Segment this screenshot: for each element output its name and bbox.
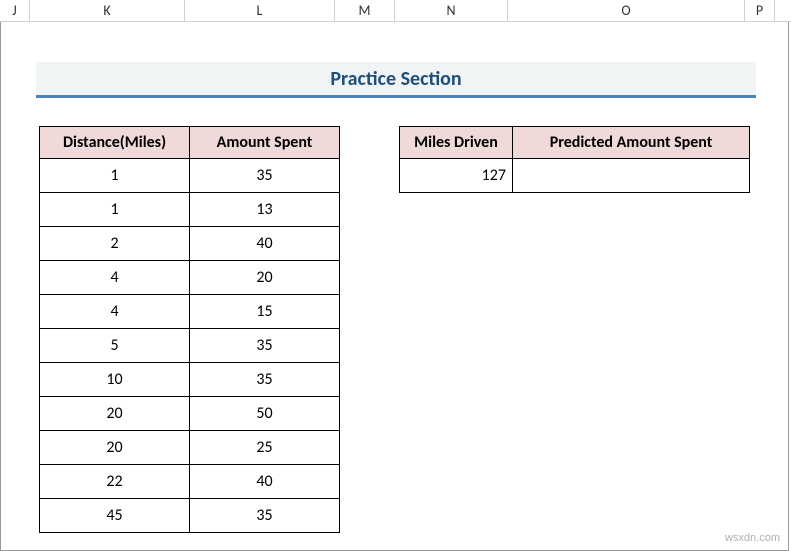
cell-amount[interactable]: 35 [190,329,340,363]
col-header-P[interactable]: P [745,0,775,21]
cell-distance[interactable]: 2 [40,227,190,261]
cell-distance[interactable]: 20 [40,397,190,431]
watermark: wsxdn.com [725,532,780,544]
table-row: 4 15 [40,295,340,329]
cell-amount[interactable]: 25 [190,431,340,465]
title-band: Practice Section [36,62,756,98]
cell-amount[interactable]: 20 [190,261,340,295]
data-table-distance: Distance(Miles) Amount Spent 1 35 1 13 2… [39,126,340,533]
table-row: 127 [400,159,750,193]
col-header-O[interactable]: O [508,0,745,21]
table-header-row: Distance(Miles) Amount Spent [40,127,340,159]
cell-distance[interactable]: 5 [40,329,190,363]
page-title: Practice Section [330,67,461,91]
cell-amount[interactable]: 35 [190,159,340,193]
table-row: 20 50 [40,397,340,431]
header-distance[interactable]: Distance(Miles) [40,127,190,159]
cell-distance[interactable]: 1 [40,159,190,193]
cell-amount[interactable]: 35 [190,499,340,533]
table-row: 22 40 [40,465,340,499]
data-table-predicted: Miles Driven Predicted Amount Spent 127 [399,126,750,193]
cell-predicted-amount[interactable] [513,159,750,193]
cell-distance[interactable]: 20 [40,431,190,465]
cell-amount[interactable]: 40 [190,465,340,499]
cell-distance[interactable]: 4 [40,295,190,329]
cell-amount[interactable]: 35 [190,363,340,397]
cell-amount[interactable]: 50 [190,397,340,431]
table-row: 2 40 [40,227,340,261]
col-header-M[interactable]: M [335,0,395,21]
table-row: 45 35 [40,499,340,533]
table-row: 20 25 [40,431,340,465]
table-row: 5 35 [40,329,340,363]
cell-amount[interactable]: 13 [190,193,340,227]
col-header-N[interactable]: N [395,0,508,21]
table-header-row: Miles Driven Predicted Amount Spent [400,127,750,159]
cell-distance[interactable]: 1 [40,193,190,227]
col-header-J[interactable]: J [0,0,30,21]
header-miles-driven[interactable]: Miles Driven [400,127,513,159]
column-headers: J K L M N O P [0,0,791,22]
cell-amount[interactable]: 40 [190,227,340,261]
cell-distance[interactable]: 10 [40,363,190,397]
cell-distance[interactable]: 45 [40,499,190,533]
cell-amount[interactable]: 15 [190,295,340,329]
col-header-K[interactable]: K [30,0,185,21]
cell-distance[interactable]: 22 [40,465,190,499]
cell-distance[interactable]: 4 [40,261,190,295]
table-row: 10 35 [40,363,340,397]
header-predicted-amount[interactable]: Predicted Amount Spent [513,127,750,159]
header-amount-spent[interactable]: Amount Spent [190,127,340,159]
table-row: 1 13 [40,193,340,227]
table-row: 4 20 [40,261,340,295]
sheet-area: Practice Section Distance(Miles) Amount … [0,22,789,551]
col-header-L[interactable]: L [185,0,335,21]
cell-miles-driven[interactable]: 127 [400,159,513,193]
table-row: 1 35 [40,159,340,193]
